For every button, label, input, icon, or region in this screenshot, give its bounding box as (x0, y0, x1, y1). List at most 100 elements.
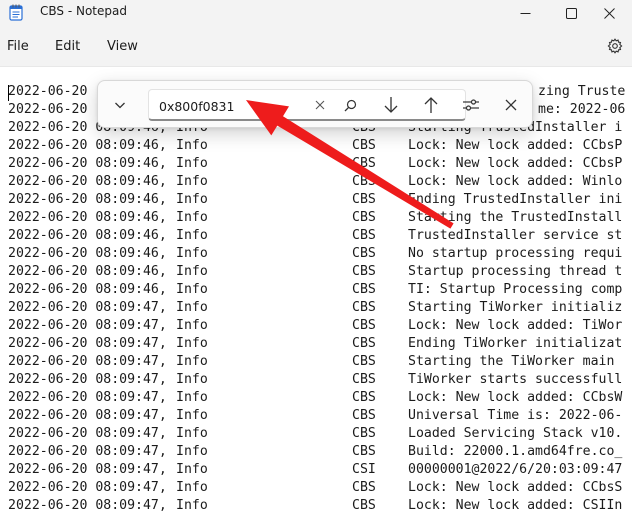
log-message: Starting the TrustedInstall (408, 210, 623, 225)
expand-find-button[interactable] (110, 95, 130, 115)
log-level: Info (176, 264, 208, 279)
text-caret (8, 85, 9, 101)
log-line: 2022-06-20 08:09:46, Info CBS Ending Truste… (8, 191, 632, 209)
log-level: Info (176, 246, 208, 261)
log-level: Info (176, 426, 208, 441)
log-source: CBS (352, 498, 376, 513)
log-source: CBS (352, 210, 376, 225)
arrow-up-icon (424, 97, 438, 113)
log-message: Lock: New lock added: CCbsW (408, 390, 623, 405)
log-date: 2022-06-20 (8, 102, 96, 117)
search-button[interactable] (342, 97, 358, 113)
log-source: CBS (352, 480, 376, 495)
log-message: Loaded Servicing Stack v10. (408, 426, 623, 441)
log-source: CBS (352, 426, 376, 441)
log-line: 2022-06-20 08:09:47, Info CBS Loaded Servic… (8, 425, 632, 443)
log-date: 2022-06-20 08:09:47, (8, 390, 167, 405)
log-source: CBS (352, 156, 376, 171)
menu-bar: File Edit View (0, 26, 632, 66)
log-date: 2022-06-20 08:09:46, (8, 246, 167, 261)
clear-search-button[interactable] (312, 97, 328, 113)
log-date: 2022-06-20 08:09:46, (8, 174, 167, 189)
log-level: Info (176, 354, 208, 369)
log-date: 2022-06-20 08:09:46, (8, 264, 167, 279)
minimize-button[interactable] (502, 0, 548, 26)
log-source: CBS (352, 444, 376, 459)
log-line: 2022-06-20 08:09:47, Info CBS Universal Tim… (8, 407, 632, 425)
log-message: 00000001@2022/6/20:03:09:47 (408, 462, 623, 477)
log-level: Info (176, 156, 208, 171)
chevron-down-icon (115, 102, 125, 109)
menu-file[interactable]: File (7, 39, 29, 54)
log-date: 2022-06-20 08:09:47, (8, 318, 167, 333)
log-source: CBS (352, 174, 376, 189)
log-message: TrustedInstaller service st (408, 228, 623, 243)
log-date: 2022-06-20 08:09:47, (8, 336, 167, 351)
log-message: Ending TrustedInstaller ini (408, 192, 623, 207)
close-button[interactable] (586, 0, 632, 26)
log-message: Lock: New lock added: Winlo (408, 174, 623, 189)
text-editor[interactable]: 2022-06-20 2022-06-20 2022-06-20 08:09:4… (0, 66, 632, 516)
log-line: 2022-06-20 08:09:46, Info CBS Lock: New loc… (8, 173, 632, 191)
log-message: Lock: New lock added: TiWor (408, 318, 623, 333)
log-message: Universal Time is: 2022-06- (408, 408, 623, 423)
log-level: Info (176, 390, 208, 405)
search-icon (344, 99, 356, 111)
log-message: Lock: New lock added: CSIIn (408, 498, 623, 513)
find-options-button[interactable] (459, 93, 483, 117)
menu-edit[interactable]: Edit (55, 39, 80, 54)
log-line-tail: me: 2022-06 (538, 102, 626, 117)
log-line: 2022-06-20 08:09:46, Info CBS No startup pr… (8, 245, 632, 263)
log-source: CBS (352, 138, 376, 153)
log-level: Info (176, 210, 208, 225)
find-next-button[interactable] (379, 93, 403, 117)
gear-icon[interactable] (607, 38, 623, 54)
log-line: 2022-06-20 08:09:46, Info CBS Starting the … (8, 209, 632, 227)
log-level: Info (176, 282, 208, 297)
close-find-button[interactable] (499, 93, 523, 117)
clear-icon (315, 100, 325, 110)
title-bar: CBS - Notepad (0, 0, 632, 26)
log-message: Starting TiWorker initializ (408, 300, 623, 315)
log-date: 2022-06-20 (8, 84, 96, 99)
log-date: 2022-06-20 08:09:47, (8, 300, 167, 315)
log-message: Startup processing thread t (408, 264, 623, 279)
log-source: CBS (352, 318, 376, 333)
log-date: 2022-06-20 08:09:47, (8, 372, 167, 387)
log-level: Info (176, 498, 208, 513)
log-level: Info (176, 480, 208, 495)
log-date: 2022-06-20 08:09:47, (8, 480, 167, 495)
log-line: 2022-06-20 08:09:46, Info CBS TI: Startup P… (8, 281, 632, 299)
notepad-icon (9, 4, 23, 21)
log-source: CBS (352, 228, 376, 243)
log-source: CBS (352, 264, 376, 279)
log-line: 2022-06-20 08:09:46, Info CBS Lock: New loc… (8, 155, 632, 173)
find-previous-button[interactable] (419, 93, 443, 117)
log-source: CBS (352, 246, 376, 261)
log-line: 2022-06-20 08:09:47, Info CBS Starting the … (8, 353, 632, 371)
log-source: CBS (352, 336, 376, 351)
log-line: 2022-06-20 08:09:46, Info CBS Lock: New loc… (8, 137, 632, 155)
log-source: CBS (352, 372, 376, 387)
log-line: 2022-06-20 08:09:47, Info CBS Lock: New loc… (8, 317, 632, 335)
log-source: CBS (352, 192, 376, 207)
arrow-down-icon (384, 97, 398, 113)
search-input[interactable] (159, 96, 299, 116)
log-date: 2022-06-20 08:09:47, (8, 426, 167, 441)
menu-view[interactable]: View (107, 39, 138, 54)
log-message: TI: Startup Processing comp (408, 282, 623, 297)
log-date: 2022-06-20 08:09:46, (8, 156, 167, 171)
log-line: 2022-06-20 08:09:47, Info CBS Ending TiWork… (8, 335, 632, 353)
log-line: 2022-06-20 08:09:47, Info CBS TiWorker star… (8, 371, 632, 389)
log-line: 2022-06-20 08:09:47, Info CSI 00000001@2022… (8, 461, 632, 479)
log-level: Info (176, 408, 208, 423)
log-message: Lock: New lock added: CCbsP (408, 156, 623, 171)
log-date: 2022-06-20 08:09:47, (8, 462, 167, 477)
log-source: CSI (352, 462, 376, 477)
log-message: Ending TiWorker initializat (408, 336, 623, 351)
log-level: Info (176, 300, 208, 315)
log-date: 2022-06-20 08:09:47, (8, 444, 167, 459)
log-level: Info (176, 462, 208, 477)
log-message: Lock: New lock added: CCbsP (408, 138, 623, 153)
log-date: 2022-06-20 08:09:46, (8, 192, 167, 207)
